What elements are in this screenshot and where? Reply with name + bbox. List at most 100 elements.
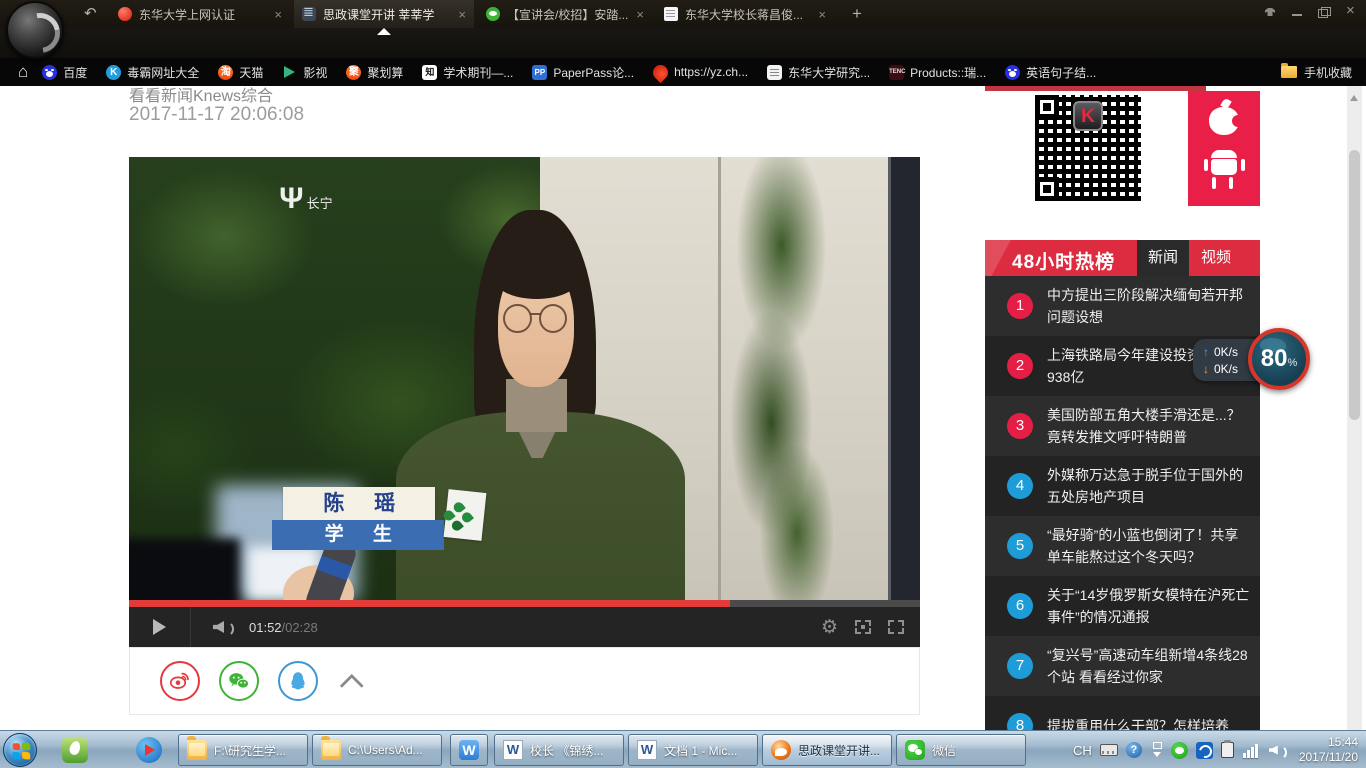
- folder-icon: [1281, 66, 1297, 78]
- clock[interactable]: 15:44 2017/11/20: [1299, 735, 1358, 765]
- rank-badge: 1: [1007, 293, 1033, 319]
- tab-close-icon[interactable]: ×: [818, 7, 826, 22]
- new-tab-button[interactable]: +: [845, 3, 869, 25]
- taskbar-window-wechat[interactable]: 微信: [896, 734, 1026, 766]
- show-hidden-icons[interactable]: [1151, 742, 1163, 758]
- taskbar-window-folder-c[interactable]: C:\Users\Ad...: [312, 734, 442, 766]
- start-button[interactable]: [3, 733, 37, 767]
- android-icon[interactable]: [1211, 159, 1237, 175]
- windows-logo-icon: [13, 743, 31, 760]
- video-progress-bar[interactable]: [129, 600, 920, 607]
- tab-close-icon[interactable]: ×: [636, 7, 644, 22]
- bookmark-baidu[interactable]: 百度: [42, 64, 87, 81]
- share-weibo-button[interactable]: [160, 661, 200, 701]
- share-wechat-button[interactable]: [219, 661, 259, 701]
- tab-back-icon[interactable]: ↶: [84, 4, 97, 22]
- bookmark-yz[interactable]: https://yz.ch...: [653, 65, 748, 80]
- hot-list-item[interactable]: 4 外媒称万达急于脱手位于国外的五处房地产项目: [985, 456, 1260, 516]
- folder-icon: [187, 740, 207, 760]
- rank-badge: 7: [1007, 653, 1033, 679]
- taskbar-window-wps[interactable]: W: [450, 734, 488, 766]
- hot-list-item[interactable]: 1 中方提出三阶段解决缅甸若开邦问题设想: [985, 276, 1260, 336]
- tab-favicon-wechat: [486, 7, 500, 21]
- upload-arrow-icon: ↑: [1203, 345, 1209, 359]
- rank-badge: 3: [1007, 413, 1033, 439]
- pps-player-icon[interactable]: [136, 737, 162, 763]
- word-icon: [503, 740, 523, 760]
- hot-tab-video[interactable]: 视频: [1189, 240, 1243, 276]
- hot-list-title: 48小时热榜: [1012, 247, 1115, 274]
- hot-list-item[interactable]: 8 提拔重用什么干部？怎样培养: [985, 696, 1260, 730]
- restore-icon[interactable]: [1317, 6, 1331, 18]
- share-qq-button[interactable]: [278, 661, 318, 701]
- bookmark-paperpass[interactable]: PPPaperPass论...: [532, 64, 634, 81]
- flame-icon: [650, 61, 671, 82]
- apple-icon[interactable]: [1209, 107, 1239, 135]
- volume-icon[interactable]: [213, 619, 233, 635]
- collapse-chevron-icon[interactable]: [340, 673, 364, 697]
- tab-favicon-page: [664, 7, 678, 21]
- qr-card: K: [988, 91, 1188, 206]
- scrollbar-thumb[interactable]: [1349, 150, 1360, 420]
- journal-icon: 知: [422, 65, 437, 80]
- language-indicator[interactable]: CH: [1073, 743, 1092, 758]
- minimize-icon[interactable]: [1290, 6, 1304, 18]
- tab-close-icon[interactable]: ×: [274, 7, 282, 22]
- taskbar-window-browser[interactable]: 思政课堂开讲...: [762, 734, 892, 766]
- tab-xuanjianghui[interactable]: 【宣讲会/校招】安踏... ×: [478, 0, 652, 28]
- taskbar-window-word-1[interactable]: 校长 《锦绣...: [494, 734, 624, 766]
- hot-tab-news[interactable]: 新闻: [1137, 240, 1189, 276]
- bookmark-video[interactable]: 影视: [282, 64, 327, 81]
- close-icon[interactable]: [1344, 6, 1358, 18]
- coreldraw-icon[interactable]: [62, 737, 88, 763]
- network-signal-icon[interactable]: [1243, 743, 1261, 758]
- play-icon: [282, 65, 297, 80]
- taskbar-window-folder-f[interactable]: F:\研究生学...: [178, 734, 308, 766]
- tao-icon: 聚: [346, 65, 361, 80]
- memory-usage-ball[interactable]: 80 %: [1248, 328, 1310, 390]
- skin-icon[interactable]: [1263, 6, 1277, 18]
- settings-icon[interactable]: ⚙: [821, 618, 838, 637]
- article-source: 看看新闻Knews综合: [129, 82, 273, 106]
- fullscreen-icon[interactable]: [888, 620, 904, 634]
- sync-tray-icon[interactable]: [1196, 742, 1213, 759]
- interviewee-name: 陈 瑶: [283, 487, 435, 520]
- tab-label: 思政课堂开讲 莘莘学: [323, 6, 434, 23]
- hot-list-header: 48小时热榜 新闻 视频: [985, 240, 1260, 276]
- hot-list-item[interactable]: 3 美国防部五角大楼手滑还是...？竟转发推文呼吁特朗普: [985, 396, 1260, 456]
- hot-list-item[interactable]: 6 关于“14岁俄罗斯女模特在沪死亡事件”的情况通报: [985, 576, 1260, 636]
- share-bar: [129, 647, 920, 715]
- play-button[interactable]: [129, 607, 191, 647]
- baidu-icon: [1005, 65, 1020, 80]
- video-frame[interactable]: Ψ 长宁 陈 瑶 学 生: [129, 157, 920, 600]
- keyboard-icon[interactable]: [1100, 744, 1118, 756]
- clipboard-tray-icon[interactable]: [1221, 742, 1234, 758]
- bookmark-juhuasuan[interactable]: 聚聚划算: [346, 64, 403, 81]
- hot-list-item[interactable]: 5 “最好骑”的小蓝也倒闭了！共享单车能熬过这个冬天吗？: [985, 516, 1260, 576]
- wps-icon: W: [459, 740, 479, 760]
- tab-close-icon[interactable]: ×: [458, 7, 466, 22]
- theater-mode-icon[interactable]: [855, 620, 871, 634]
- bookmark-donghua-grad[interactable]: 东华大学研究...: [767, 64, 870, 81]
- help-ball-icon[interactable]: ?: [1126, 742, 1142, 758]
- browser-logo[interactable]: [6, 1, 64, 59]
- scrollbar-up-icon[interactable]: [1350, 91, 1358, 101]
- volume-tray-icon[interactable]: [1269, 743, 1287, 758]
- hot-list-item[interactable]: 7 “复兴号”高速动车组新增4条线28个站 看看经过你家: [985, 636, 1260, 696]
- taskbar-window-word-2[interactable]: 文档 1 - Mic...: [628, 734, 758, 766]
- scrollbar[interactable]: [1347, 86, 1362, 730]
- tab-favicon-grid: [302, 7, 316, 21]
- bookmark-products[interactable]: TENCProducts::瑞...: [889, 64, 986, 81]
- channel-logo-icon: Ψ: [279, 186, 303, 212]
- wechat-tray-icon[interactable]: [1171, 742, 1188, 759]
- tab-donghua-auth[interactable]: 东华大学上网认证 ×: [110, 0, 290, 28]
- bookmark-journal[interactable]: 知学术期刊—...: [422, 64, 513, 81]
- bookmark-duba[interactable]: K毒霸网址大全: [106, 64, 199, 81]
- tab-xiaozhang[interactable]: 东华大学校长蒋昌俊... ×: [656, 0, 834, 28]
- bookmark-folder-mobile[interactable]: 手机收藏: [1281, 64, 1352, 81]
- bookmark-tmall[interactable]: 淘天猫: [218, 64, 263, 81]
- active-tab-notch: [377, 21, 391, 35]
- app-download-panel: [1188, 91, 1260, 206]
- bookmark-english[interactable]: 英语句子结...: [1005, 64, 1096, 81]
- home-icon[interactable]: ⌂: [18, 62, 28, 82]
